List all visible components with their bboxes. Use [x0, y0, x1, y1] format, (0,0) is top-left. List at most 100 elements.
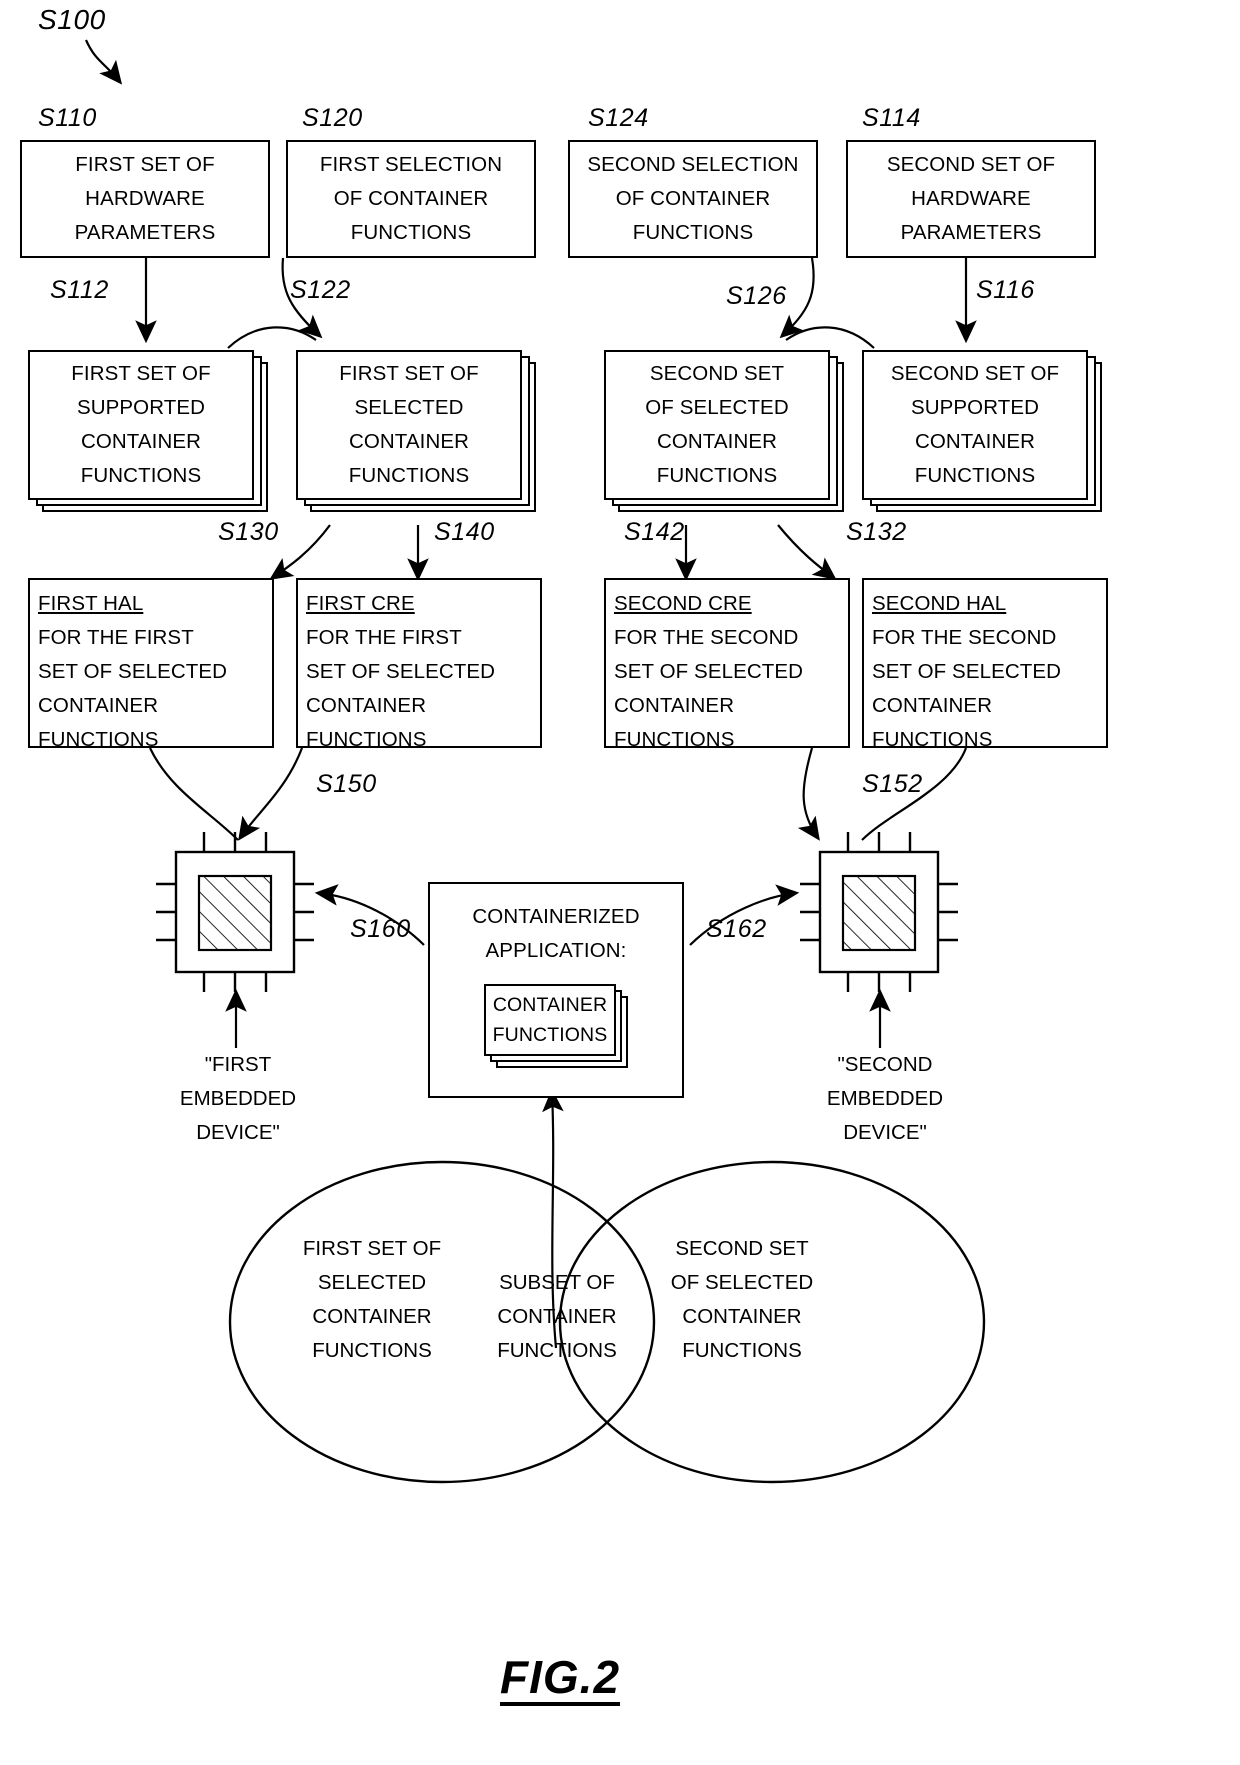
box-line: FUNCTIONS	[914, 464, 1036, 487]
step-label-s116: S116	[976, 276, 1035, 304]
box-title: SECOND HAL	[872, 592, 1007, 615]
step-label-s162: S162	[706, 915, 767, 943]
box-second-set-of-supported-container-functions: SECOND SET OF SUPPORTED CONTAINER FUNCTI…	[862, 350, 1088, 500]
box-line: FUNCTIONS	[614, 728, 735, 751]
box-title: FIRST CRE	[306, 592, 415, 615]
box-line: CONTAINER	[614, 694, 735, 717]
box-line: HARDWARE	[85, 187, 205, 210]
step-label-s122: S122	[290, 276, 351, 304]
box-line: SELECTED	[354, 396, 464, 419]
label-line: DEVICE"	[843, 1121, 927, 1144]
box-line: SECOND SET	[649, 362, 785, 385]
box-first-set-of-supported-container-functions: FIRST SET OF SUPPORTED CONTAINER FUNCTIO…	[28, 350, 254, 500]
step-label-s110: S110	[38, 104, 97, 132]
box-line: CONTAINER	[914, 430, 1036, 453]
box-container-functions-inner: CONTAINER FUNCTIONS	[484, 984, 616, 1056]
label-first-embedded-device: "FIRST EMBEDDED DEVICE"	[178, 1048, 298, 1150]
box-line: FUNCTIONS	[350, 221, 472, 244]
lead-line-s100	[84, 39, 123, 85]
box-line: FOR THE SECOND	[614, 626, 799, 649]
box-line: SET OF SELECTED	[306, 660, 496, 683]
box-first-hal: FIRST HAL FOR THE FIRST SET OF SELECTED …	[28, 578, 274, 751]
arrow-s150-a	[149, 747, 239, 841]
step-label-s130: S130	[218, 518, 279, 546]
box-line: OF CONTAINER	[333, 187, 489, 210]
box-line: PARAMETERS	[900, 221, 1042, 244]
box-line: FUNCTIONS	[38, 728, 159, 751]
box-line: FIRST SET OF	[75, 153, 215, 176]
box-line: PARAMETERS	[74, 221, 216, 244]
box-first-selection-of-container-functions: FIRST SELECTION OF CONTAINER FUNCTIONS	[286, 140, 536, 258]
box-first-set-of-selected-container-functions: FIRST SET OF SELECTED CONTAINER FUNCTION…	[296, 350, 522, 500]
box-line: CONTAINER	[306, 694, 427, 717]
box-line: SET OF SELECTED	[38, 660, 228, 683]
box-line: CONTAINER	[872, 694, 993, 717]
label-line: DEVICE"	[196, 1121, 280, 1144]
step-label-s112: S112	[50, 276, 109, 304]
step-label-s124: S124	[588, 104, 649, 132]
label-line: EMBEDDED	[826, 1087, 944, 1110]
box-line: FOR THE SECOND	[872, 626, 1057, 649]
label-second-embedded-device: "SECOND EMBEDDED DEVICE"	[822, 1048, 948, 1150]
box-line: SECOND SET OF	[890, 362, 1060, 385]
box-line: FUNCTIONS	[492, 1024, 608, 1046]
step-label-s152: S152	[862, 770, 923, 798]
box-first-set-of-hardware-parameters: FIRST SET OF HARDWARE PARAMETERS	[20, 140, 270, 258]
label-line: "FIRST	[204, 1053, 272, 1076]
step-label-s132: S132	[846, 518, 907, 546]
first-embedded-device-chip	[156, 832, 314, 992]
box-second-set-of-hardware-parameters: SECOND SET OF HARDWARE PARAMETERS	[846, 140, 1096, 258]
figure-caption: FIG.2	[500, 1651, 621, 1703]
venn-line: FUNCTIONS	[312, 1339, 432, 1362]
box-line: FUNCTIONS	[348, 464, 470, 487]
venn-line: OF SELECTED	[670, 1271, 814, 1294]
box-line: FIRST SET OF	[339, 362, 479, 385]
app-title-line: APPLICATION:	[485, 939, 627, 962]
box-line: SET OF SELECTED	[872, 660, 1062, 683]
box-line: SECOND SET OF	[886, 153, 1056, 176]
venn-label-second-set: SECOND SET OF SELECTED CONTAINER FUNCTIO…	[652, 1232, 832, 1368]
box-second-hal: SECOND HAL FOR THE SECOND SET OF SELECTE…	[862, 578, 1108, 751]
figure-number: S100	[38, 4, 106, 35]
venn-line: SECOND SET	[675, 1237, 809, 1260]
link-curve-left	[227, 326, 317, 349]
venn-label-subset: SUBSET OF CONTAINER FUNCTIONS	[486, 1266, 628, 1368]
arrow-s150	[238, 747, 304, 841]
step-label-s120: S120	[302, 104, 363, 132]
box-line: SUPPORTED	[76, 396, 206, 419]
venn-line: CONTAINER	[312, 1305, 432, 1328]
box-line: HARDWARE	[911, 187, 1031, 210]
box-line: FUNCTIONS	[872, 728, 993, 751]
box-line: FUNCTIONS	[306, 728, 427, 751]
step-label-s114: S114	[862, 104, 921, 132]
box-line: FIRST SET OF	[71, 362, 211, 385]
box-line: SUPPORTED	[910, 396, 1040, 419]
second-embedded-device-chip	[800, 832, 958, 992]
link-curve-right	[785, 326, 875, 349]
box-second-set-of-selected-container-functions: SECOND SET OF SELECTED CONTAINER FUNCTIO…	[604, 350, 830, 500]
app-title-line: CONTAINERIZED	[472, 905, 640, 928]
box-line: OF SELECTED	[645, 396, 789, 419]
venn-line: FUNCTIONS	[682, 1339, 802, 1362]
label-line: EMBEDDED	[179, 1087, 297, 1110]
venn-line: CONTAINER	[682, 1305, 802, 1328]
box-line: SET OF SELECTED	[614, 660, 804, 683]
box-line: OF CONTAINER	[615, 187, 771, 210]
box-title: SECOND CRE	[614, 592, 752, 615]
arrow-s132	[777, 524, 837, 580]
step-label-s150: S150	[316, 770, 377, 798]
step-label-s126: S126	[726, 282, 787, 310]
box-line: CONTAINER	[348, 430, 470, 453]
box-line: CONTAINER	[80, 430, 202, 453]
box-line: FOR THE FIRST	[306, 626, 462, 649]
box-second-selection-of-container-functions: SECOND SELECTION OF CONTAINER FUNCTIONS	[568, 140, 818, 258]
box-line: FOR THE FIRST	[38, 626, 194, 649]
venn-line: FIRST SET OF	[302, 1237, 442, 1260]
box-line: FUNCTIONS	[80, 464, 202, 487]
step-label-s160: S160	[350, 915, 411, 943]
box-line: FUNCTIONS	[656, 464, 778, 487]
box-title: FIRST HAL	[38, 592, 144, 615]
box-first-cre: FIRST CRE FOR THE FIRST SET OF SELECTED …	[296, 578, 542, 751]
patent-figure-page: S100 S110 S120 S124 S114 FIRST SET OF HA…	[0, 0, 1240, 1765]
box-line: CONTAINER	[38, 694, 159, 717]
